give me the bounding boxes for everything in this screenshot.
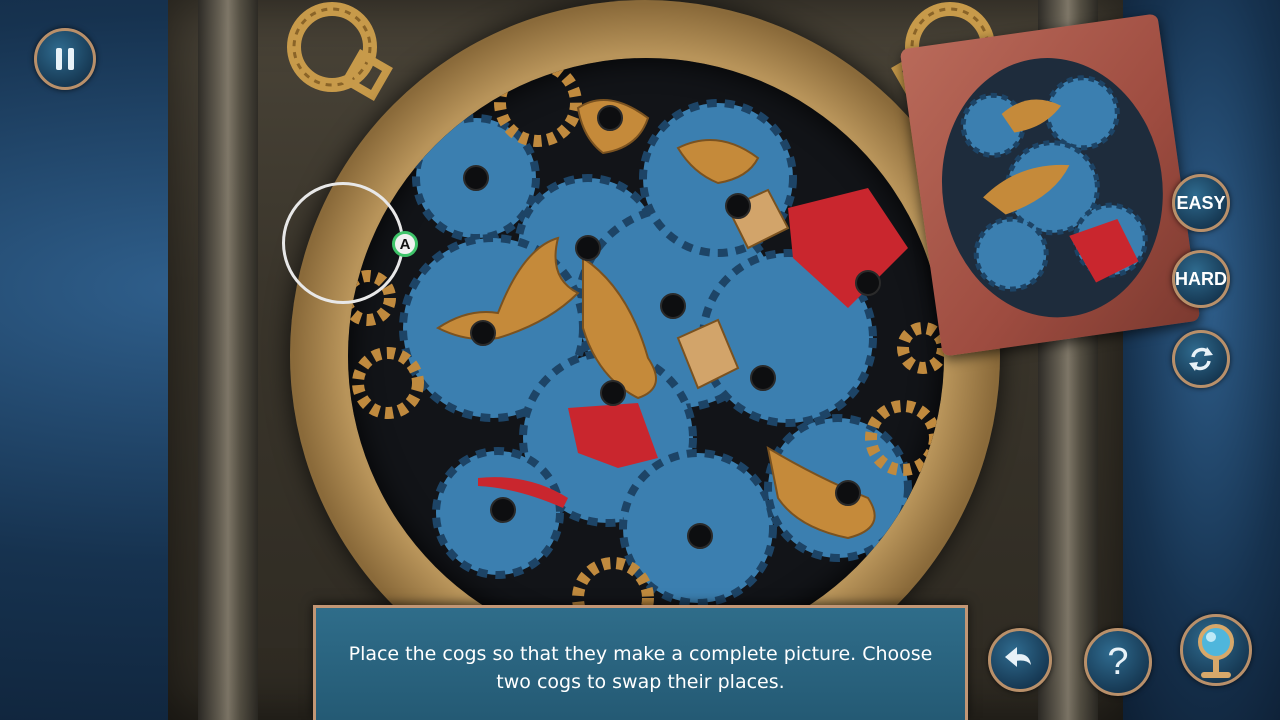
magnifier-button[interactable]: [1180, 614, 1252, 686]
easy-label: EASY: [1176, 192, 1226, 213]
left-pillar: [198, 0, 258, 720]
reference-art: [960, 75, 1148, 292]
selection-marker: A: [392, 231, 418, 257]
pause-icon: [56, 48, 74, 70]
question-mark-icon: ?: [1107, 640, 1129, 683]
undo-button[interactable]: [988, 628, 1052, 692]
reference-picture-card: [899, 13, 1201, 357]
hint-button[interactable]: ?: [1084, 628, 1152, 696]
easy-mode-button[interactable]: EASY: [1172, 174, 1230, 232]
cog-selector-ring[interactable]: [282, 182, 404, 304]
cog-board: [348, 58, 944, 654]
hard-label: HARD: [1175, 268, 1227, 289]
pause-button[interactable]: [34, 28, 96, 90]
magnifying-glass-icon: [1198, 624, 1234, 678]
reference-picture: [925, 43, 1180, 332]
reset-button[interactable]: [1172, 330, 1230, 388]
reset-icon: [1189, 347, 1213, 371]
undo-icon: [1005, 647, 1031, 667]
hard-mode-button[interactable]: HARD: [1172, 250, 1230, 308]
instruction-text: Place the cogs so that they make a compl…: [348, 643, 933, 693]
instruction-panel: Place the cogs so that they make a compl…: [313, 605, 968, 720]
cog-board-art: [348, 59, 944, 639]
